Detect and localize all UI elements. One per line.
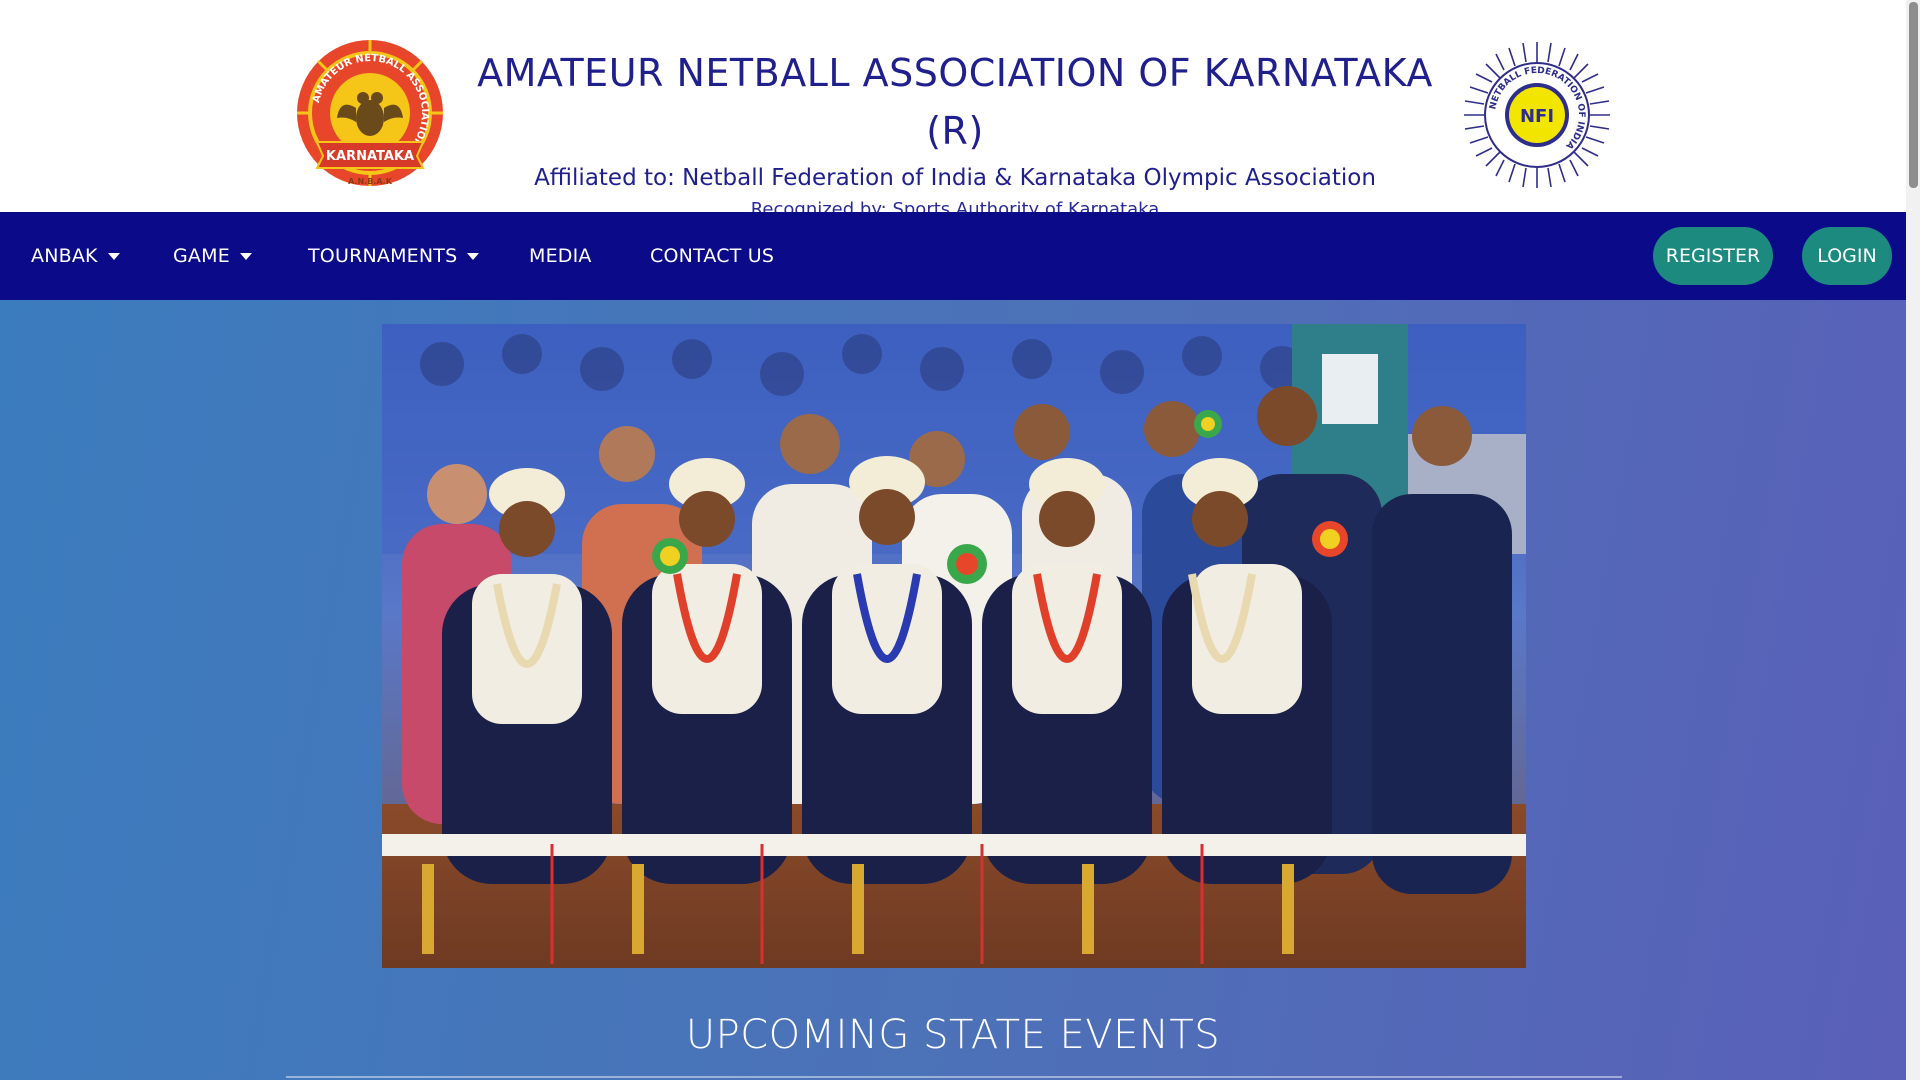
nav-tournaments[interactable]: TOURNAMENTS	[308, 212, 480, 300]
nav-tournaments-label: TOURNAMENTS	[308, 245, 458, 267]
award-ceremony-photo	[382, 324, 1526, 968]
anbak-emblem-icon[interactable]: AMATEUR NETBALL ASSOCIATION OF KARNATAKA…	[295, 38, 445, 190]
title-block: AMATEUR NETBALL ASSOCIATION OF KARNATAKA…	[455, 44, 1455, 224]
site-title: AMATEUR NETBALL ASSOCIATION OF KARNATAKA…	[477, 51, 1433, 153]
main-nav: ANBAK GAME TOURNAMENTS MEDIA CONTACT US	[0, 212, 1906, 300]
nav-anbak[interactable]: ANBAK	[31, 212, 120, 300]
netball-federation-india-icon[interactable]: NFI NETBALL FEDERATION OF INDIA	[1462, 40, 1612, 190]
section-title-upcoming-events: UPCOMING STATE EVENTS	[685, 1012, 1221, 1058]
affiliation-text: Affiliated to: Netball Federation of Ind…	[534, 165, 1376, 191]
page-scrollbar[interactable]	[1906, 0, 1920, 1080]
nav-media[interactable]: MEDIA	[529, 212, 592, 300]
section-divider	[286, 1076, 1622, 1078]
login-button[interactable]: LOGIN	[1802, 227, 1892, 285]
nfi-center-text: NFI	[1520, 106, 1554, 127]
nav-anbak-label: ANBAK	[31, 245, 98, 267]
emblem-banner-text: KARNATAKA	[326, 149, 414, 164]
nav-contact-us[interactable]: CONTACT US	[650, 212, 774, 300]
nav-contact-label: CONTACT US	[650, 245, 775, 267]
emblem-bottom-text: A.N.B.A.K	[348, 177, 393, 186]
register-button[interactable]: REGISTER	[1653, 227, 1773, 285]
site-header: AMATEUR NETBALL ASSOCIATION OF KARNATAKA…	[0, 0, 1906, 220]
nav-game[interactable]: GAME	[173, 212, 252, 300]
nav-media-label: MEDIA	[529, 245, 592, 267]
caret-down-icon	[467, 252, 480, 260]
nav-game-label: GAME	[173, 245, 230, 267]
hero-photo	[382, 324, 1526, 968]
scrollbar-thumb[interactable]	[1909, 2, 1918, 188]
caret-down-icon	[107, 252, 120, 260]
caret-down-icon	[239, 252, 252, 260]
